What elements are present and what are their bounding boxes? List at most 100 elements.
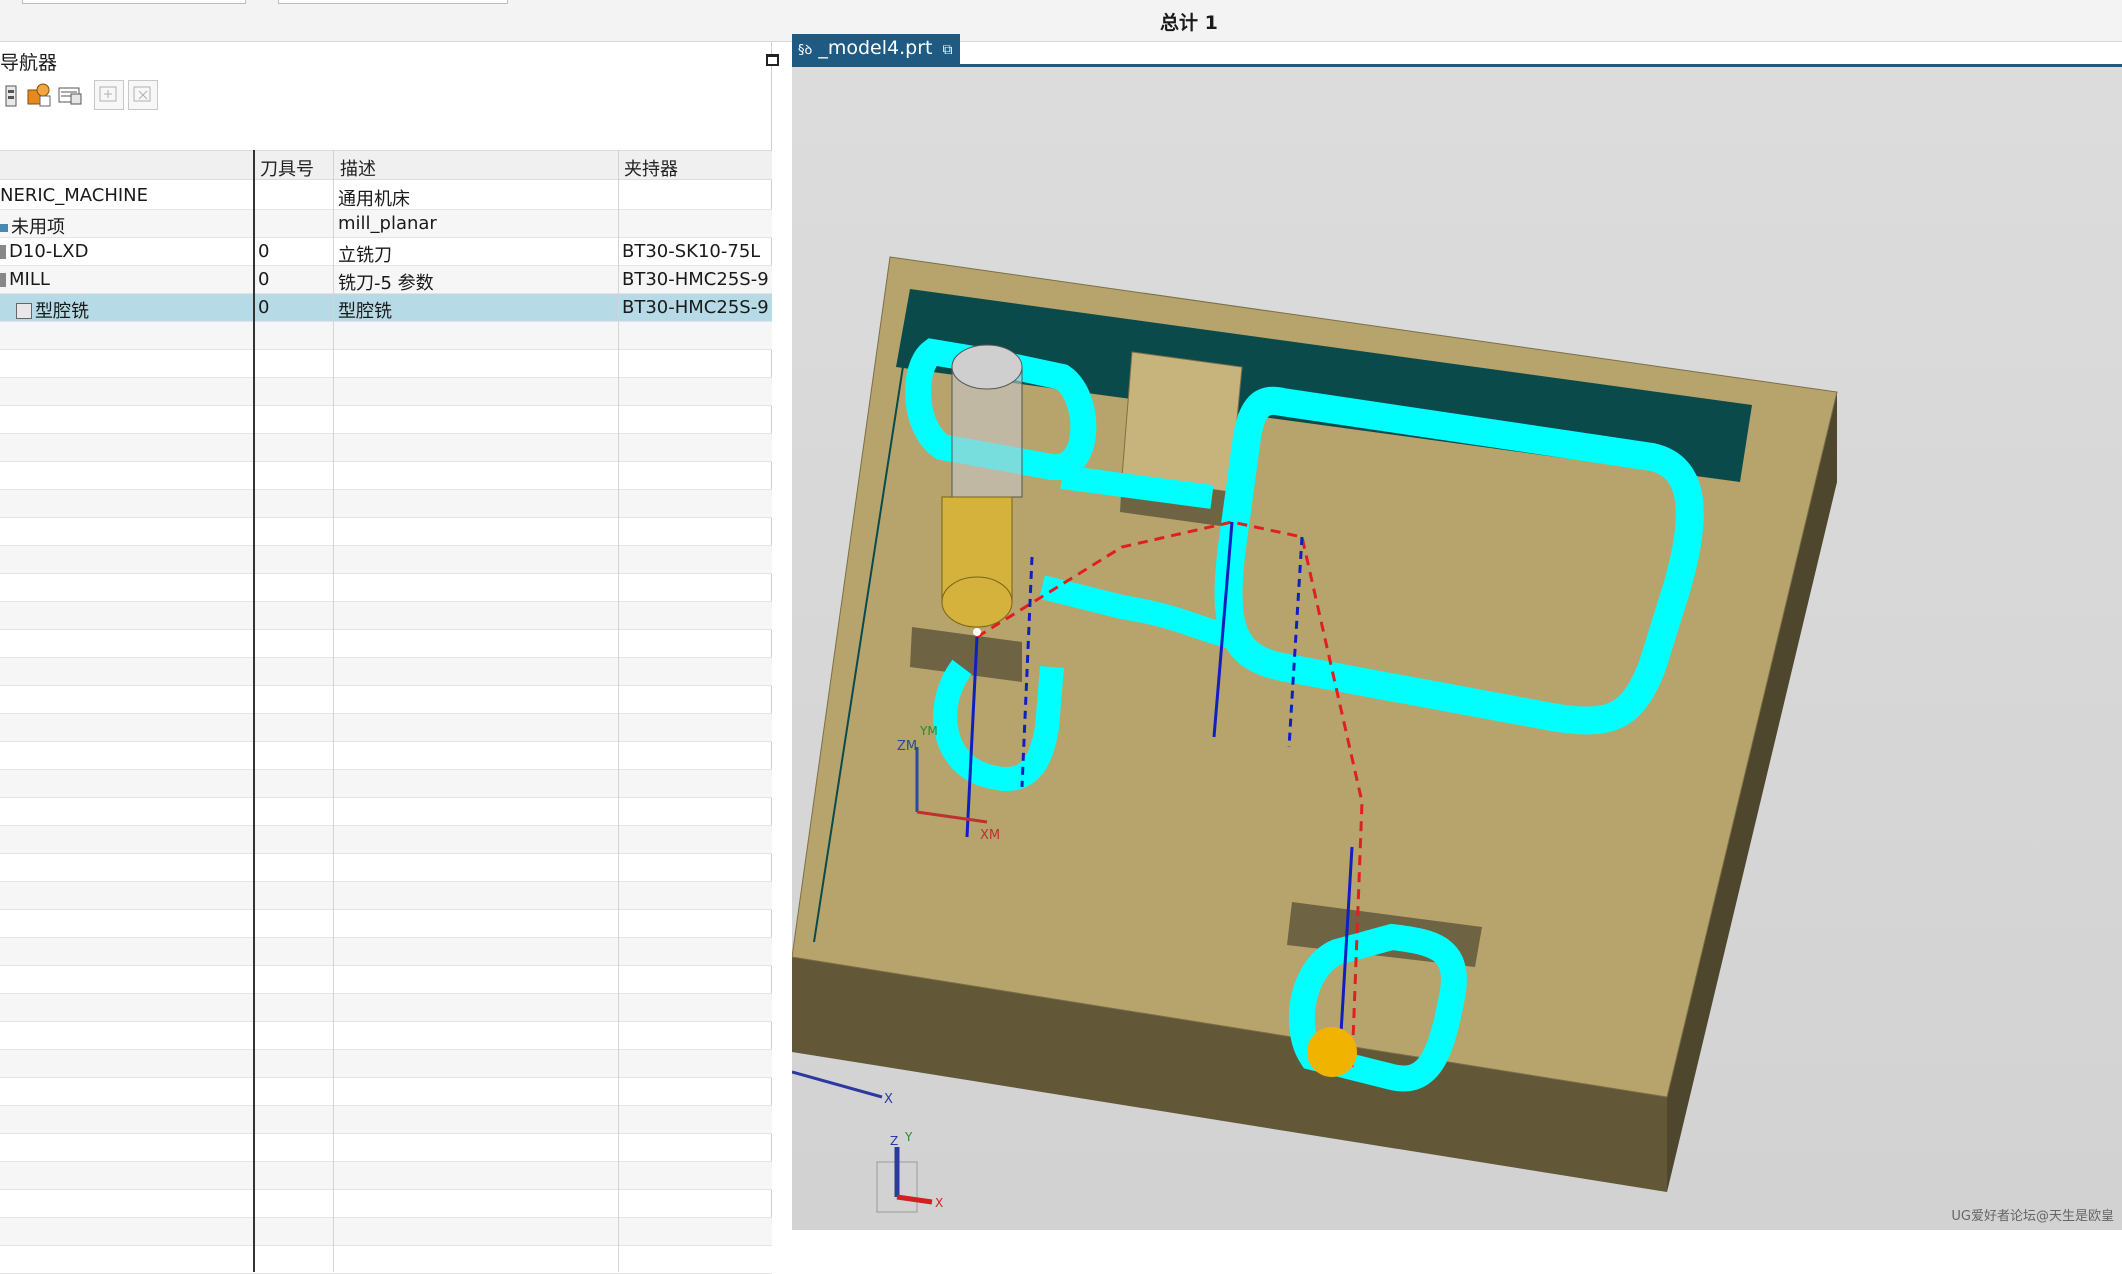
empty-table-row: [0, 1134, 772, 1162]
forum-watermark: UG爱好者论坛@天生是欧皇: [1951, 1209, 2114, 1224]
column-divider[interactable]: [618, 150, 619, 1272]
tool-tip-marker: [1307, 1027, 1357, 1077]
operation-table: 刀具号 描述 夹持器 NERIC_MACHINE 通用机床 未用项 mill_p…: [0, 110, 772, 1274]
empty-table-row: [0, 490, 772, 518]
row-desc: 铣刀-5 参数: [338, 273, 434, 294]
empty-table-row: [0, 658, 772, 686]
unused-group-icon: [0, 224, 8, 232]
wcs-zm-label: ZM: [897, 739, 917, 754]
row-name: NERIC_MACHINE: [0, 185, 148, 206]
empty-table-row: [0, 1078, 772, 1106]
empty-table-row: [0, 378, 772, 406]
row-name-text: MILL: [9, 269, 50, 290]
row-name-text: 型腔铣: [35, 301, 89, 322]
empty-table-row: [0, 1022, 772, 1050]
empty-table-row: [0, 742, 772, 770]
model-view[interactable]: ZM YM XM X Z Y X: [791, 67, 2122, 1230]
operation-navigator: 导航器 刀具号 描述 夹持器 NERIC_MACHINE 通用机床 未用项 mi…: [0, 42, 779, 1274]
column-divider[interactable]: [253, 150, 255, 1272]
empty-table-row: [0, 322, 772, 350]
absolute-x-label: X: [884, 1092, 893, 1107]
tool-icon: [0, 273, 6, 287]
empty-table-row: [0, 770, 772, 798]
row-holder: BT30-SK10-75L: [622, 241, 761, 262]
part-file-icon: §ꝺ: [798, 43, 813, 58]
navigator-title: 导航器: [0, 52, 58, 74]
wcs-xm-label: XM: [980, 828, 1000, 843]
triad-z-label: Z: [890, 1134, 898, 1148]
delete-disabled-icon: [128, 80, 158, 110]
row-name: MILL: [0, 269, 50, 290]
row-desc: 通用机床: [338, 189, 410, 210]
row-name: 型腔铣: [16, 297, 89, 323]
empty-table-row: [0, 910, 772, 938]
wcs-ym-label: YM: [919, 724, 938, 738]
triad-y-label: Y: [904, 1130, 913, 1144]
empty-table-row: [0, 1106, 772, 1134]
empty-table-row: [0, 1162, 772, 1190]
graphics-viewport[interactable]: ZM YM XM X Z Y X UG爱好者论坛@天生是欧皇: [791, 67, 2122, 1230]
empty-table-row: [0, 854, 772, 882]
empty-table-row: [0, 350, 772, 378]
table-row[interactable]: NERIC_MACHINE 通用机床: [0, 182, 772, 210]
operation-icon: [16, 303, 32, 319]
row-desc: 型腔铣: [338, 301, 392, 322]
table-row[interactable]: 未用项 mill_planar: [0, 210, 772, 238]
row-holder: BT30-HMC25S-9: [622, 297, 769, 318]
empty-table-row: [0, 1190, 772, 1218]
empty-table-row: [0, 630, 772, 658]
add-disabled-icon: [94, 80, 124, 110]
empty-table-row: [0, 406, 772, 434]
total-count: 总计 1: [1160, 12, 1218, 34]
row-holder: BT30-HMC25S-9: [622, 269, 769, 290]
table-row[interactable]: MILL 0 铣刀-5 参数 BT30-HMC25S-9: [0, 266, 772, 294]
empty-table-row: [0, 1218, 772, 1246]
empty-table-row: [0, 714, 772, 742]
empty-table-row: [0, 966, 772, 994]
empty-table-row: [0, 1050, 772, 1078]
empty-table-row: [0, 602, 772, 630]
empty-table-row: [0, 1246, 772, 1274]
empty-table-row: [0, 798, 772, 826]
empty-table-row: [0, 462, 772, 490]
table-header: 刀具号 描述 夹持器: [0, 150, 772, 180]
header-tool-no[interactable]: 刀具号: [260, 155, 314, 181]
navigator-header: 导航器: [0, 42, 779, 74]
table-row-selected[interactable]: 型腔铣 0 型腔铣 BT30-HMC25S-9: [0, 294, 772, 322]
row-desc: mill_planar: [338, 213, 437, 234]
top-strip: 总计 1: [0, 0, 2122, 42]
method-view-icon[interactable]: [56, 80, 86, 110]
empty-table-row: [0, 882, 772, 910]
tab-pin-icon[interactable]: ⧉: [943, 42, 953, 58]
row-name-text: 未用项: [11, 217, 65, 238]
table-row[interactable]: D10-LXD 0 立铣刀 BT30-SK10-75L: [0, 238, 772, 266]
empty-table-row: [0, 574, 772, 602]
view-triad: Z Y X: [876, 1130, 943, 1213]
maximize-icon[interactable]: [766, 54, 779, 66]
row-name: 未用项: [0, 213, 65, 239]
row-tool-no: 0: [258, 241, 270, 262]
triad-x-label: X: [935, 1196, 943, 1210]
top-field-1[interactable]: [22, 0, 246, 4]
row-tool-no: 0: [258, 269, 270, 290]
header-description[interactable]: 描述: [340, 155, 376, 181]
row-tool-no: 0: [258, 297, 270, 318]
row-name: D10-LXD: [0, 241, 88, 262]
tool-icon: [0, 245, 6, 259]
end-mill-tool: [941, 344, 1023, 636]
empty-table-row: [0, 826, 772, 854]
header-holder[interactable]: 夹持器: [624, 155, 678, 181]
empty-table-row: [0, 994, 772, 1022]
row-name-text: D10-LXD: [9, 241, 89, 262]
absolute-x-axis: [791, 1070, 883, 1099]
top-field-2[interactable]: [278, 0, 508, 4]
empty-table-row: [0, 518, 772, 546]
boss-top: [1121, 351, 1243, 493]
tab-model4-prt[interactable]: §ꝺ _model4.prt ⧉ ✕: [792, 34, 960, 80]
row-desc: 立铣刀: [338, 245, 392, 266]
column-divider[interactable]: [333, 150, 334, 1272]
tool-view-icon[interactable]: [24, 80, 54, 110]
empty-table-row: [0, 686, 772, 714]
empty-table-row: [0, 434, 772, 462]
empty-table-row: [0, 938, 772, 966]
